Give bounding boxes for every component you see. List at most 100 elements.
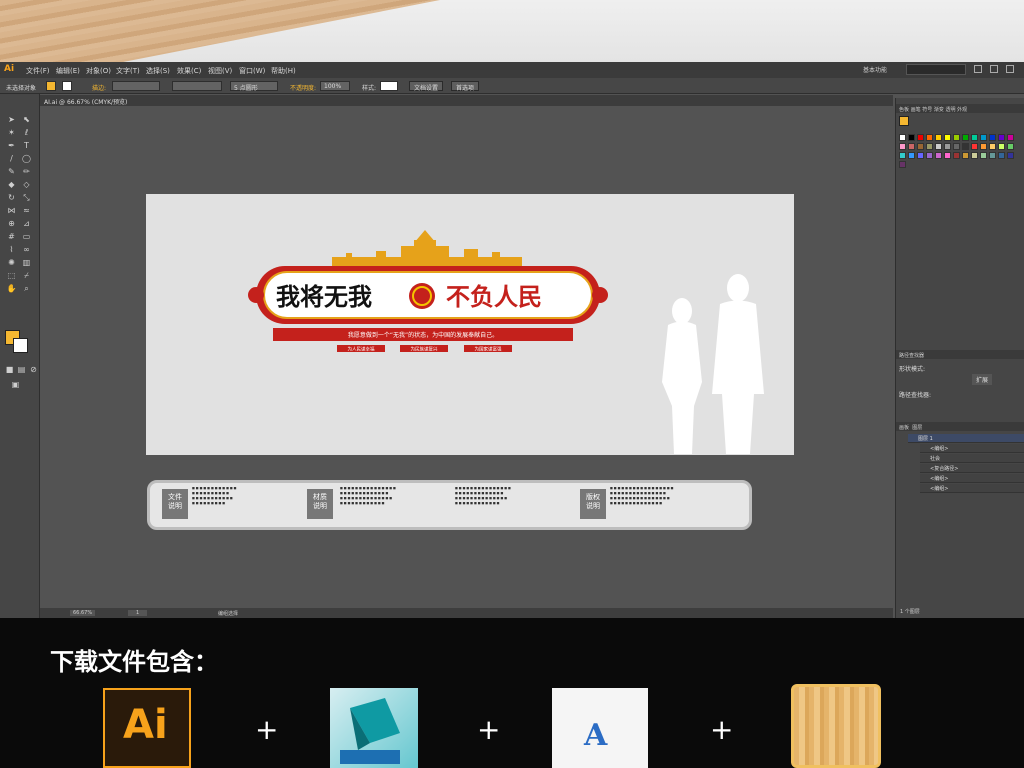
eyedropper-tool-icon[interactable]: ⌇ [6, 244, 17, 255]
swatch-cell[interactable] [899, 143, 906, 150]
layer-row-2[interactable]: <编组> [920, 444, 1024, 453]
tab-swatches[interactable]: 色板 [899, 107, 909, 113]
swatch-cell[interactable] [962, 134, 969, 141]
pencil-tool-icon[interactable]: ✏ [21, 166, 32, 177]
ellipse-tool-icon[interactable]: ◯ [21, 153, 32, 164]
layer-row-6[interactable]: <编组> [920, 484, 1024, 493]
tab-symbols[interactable]: 符号 [922, 107, 932, 113]
paintbrush-tool-icon[interactable]: ✎ [6, 166, 17, 177]
scale-tool-icon[interactable]: ⤡ [21, 192, 32, 203]
menu-edit[interactable]: 编辑(E) [56, 66, 80, 76]
menu-effect[interactable]: 效果(C) [177, 66, 201, 76]
swatch-cell[interactable] [944, 143, 951, 150]
zoom-field[interactable]: 66.67% [70, 610, 96, 616]
width-tool-icon[interactable]: ⋈ [6, 205, 17, 216]
tab-gradient[interactable]: 渐变 [934, 107, 944, 113]
brush-select[interactable]: 5 点圆形 [230, 81, 278, 92]
artboard[interactable]: 我将无我 不负人民 我愿意做到一个“无我”的状态，为中国的发展奉献自己。 为人民… [146, 194, 794, 455]
swatch-cell[interactable] [980, 152, 987, 159]
eraser-tool-icon[interactable]: ◇ [21, 179, 32, 190]
swatch-cell[interactable] [899, 161, 906, 168]
swatch-cell[interactable] [998, 152, 1005, 159]
swatch-grid[interactable] [899, 134, 1019, 194]
swatch-cell[interactable] [917, 143, 924, 150]
tab-appearance[interactable]: 外观 [957, 107, 967, 113]
expand-button[interactable]: 扩展 [972, 374, 993, 385]
minimize-button[interactable] [974, 65, 982, 73]
fill-swatch[interactable] [46, 81, 56, 91]
current-fill-swatch[interactable] [899, 116, 909, 126]
opacity-label[interactable]: 不透明度: [290, 83, 316, 92]
swatch-cell[interactable] [944, 152, 951, 159]
menu-object[interactable]: 对象(O) [86, 66, 111, 76]
swatch-cell[interactable] [989, 143, 996, 150]
maximize-button[interactable] [990, 65, 998, 73]
rotate-tool-icon[interactable]: ↻ [6, 192, 17, 203]
swatch-cell[interactable] [926, 143, 933, 150]
swatch-cell[interactable] [953, 152, 960, 159]
mesh-tool-icon[interactable]: # [6, 231, 17, 242]
stroke-label[interactable]: 描边: [92, 83, 106, 92]
gradient-tool-icon[interactable]: ▭ [21, 231, 32, 242]
swatch-cell[interactable] [953, 134, 960, 141]
pathfinder-tab[interactable]: 路径查找器 [896, 350, 1024, 359]
workspace-switcher[interactable]: 基本功能 [863, 65, 887, 74]
swatch-cell[interactable] [962, 152, 969, 159]
swatch-cell[interactable] [989, 152, 996, 159]
swatch-cell[interactable] [926, 152, 933, 159]
swatch-cell[interactable] [1007, 134, 1014, 141]
swatch-cell[interactable] [944, 134, 951, 141]
tab-artboards[interactable]: 画板 [899, 425, 909, 431]
swatch-cell[interactable] [980, 143, 987, 150]
tab-transparency[interactable]: 透明 [945, 107, 955, 113]
swatch-cell[interactable] [926, 134, 933, 141]
color-mode-icon[interactable]: ■ [4, 364, 15, 375]
magic-wand-tool-icon[interactable]: ✶ [6, 127, 17, 138]
close-button[interactable] [1006, 65, 1014, 73]
swatch-cell[interactable] [908, 134, 915, 141]
swatch-cell[interactable] [980, 134, 987, 141]
swatch-cell[interactable] [899, 134, 906, 141]
swatch-cell[interactable] [998, 134, 1005, 141]
tab-layers[interactable]: 图层 [912, 425, 922, 431]
swatch-cell[interactable] [908, 152, 915, 159]
layer-row-4[interactable]: <复合路径> [920, 464, 1024, 473]
type-tool-icon[interactable]: T [21, 140, 32, 151]
hand-tool-icon[interactable]: ✋ [6, 283, 17, 294]
stroke-swatch[interactable] [62, 81, 72, 91]
swatch-cell[interactable] [917, 134, 924, 141]
pen-tool-icon[interactable]: ✒ [6, 140, 17, 151]
opacity-input[interactable]: 100% [320, 81, 350, 91]
swatch-cell[interactable] [935, 143, 942, 150]
tab-brushes[interactable]: 画笔 [911, 107, 921, 113]
artboard-nav[interactable]: 1 [128, 610, 148, 616]
layer-row-3[interactable]: 社会 [920, 454, 1024, 463]
stroke-color-icon[interactable] [13, 338, 28, 353]
direct-selection-tool-icon[interactable]: ⬉ [21, 114, 32, 125]
canvas[interactable]: 我将无我 不负人民 我愿意做到一个“无我”的状态，为中国的发展奉献自己。 为人民… [40, 106, 893, 608]
swatch-cell[interactable] [971, 143, 978, 150]
slice-tool-icon[interactable]: ⌿ [21, 270, 32, 281]
menu-select[interactable]: 选择(S) [146, 66, 170, 76]
menu-window[interactable]: 窗口(W) [239, 66, 265, 76]
swatch-cell[interactable] [998, 143, 1005, 150]
swatch-cell[interactable] [953, 143, 960, 150]
swatch-cell[interactable] [917, 152, 924, 159]
blob-brush-tool-icon[interactable]: ◆ [6, 179, 17, 190]
menu-help[interactable]: 帮助(H) [271, 66, 296, 76]
swatch-cell[interactable] [899, 152, 906, 159]
layer-row-1[interactable]: 图层 1 [908, 434, 1024, 443]
menu-type[interactable]: 文字(T) [116, 66, 140, 76]
menu-file[interactable]: 文件(F) [26, 66, 50, 76]
variable-width[interactable] [172, 81, 222, 91]
style-swatch[interactable] [380, 81, 398, 91]
preferences-button[interactable]: 首选项 [451, 81, 480, 92]
selection-tool-icon[interactable]: ➤ [6, 114, 17, 125]
info-board[interactable]: 文件 说明 ■ ■ ■ ■ ■ ■ ■ ■ ■ ■ ■ ■ ■ ■ ■ ■ ■ ■… [147, 480, 752, 530]
layer-row-5[interactable]: <编组> [920, 474, 1024, 483]
artboard-tool-icon[interactable]: ⬚ [6, 270, 17, 281]
stroke-weight[interactable] [112, 81, 160, 91]
menu-view[interactable]: 视图(V) [208, 66, 232, 76]
symbol-sprayer-tool-icon[interactable]: ✺ [6, 257, 17, 268]
swatch-cell[interactable] [1007, 143, 1014, 150]
